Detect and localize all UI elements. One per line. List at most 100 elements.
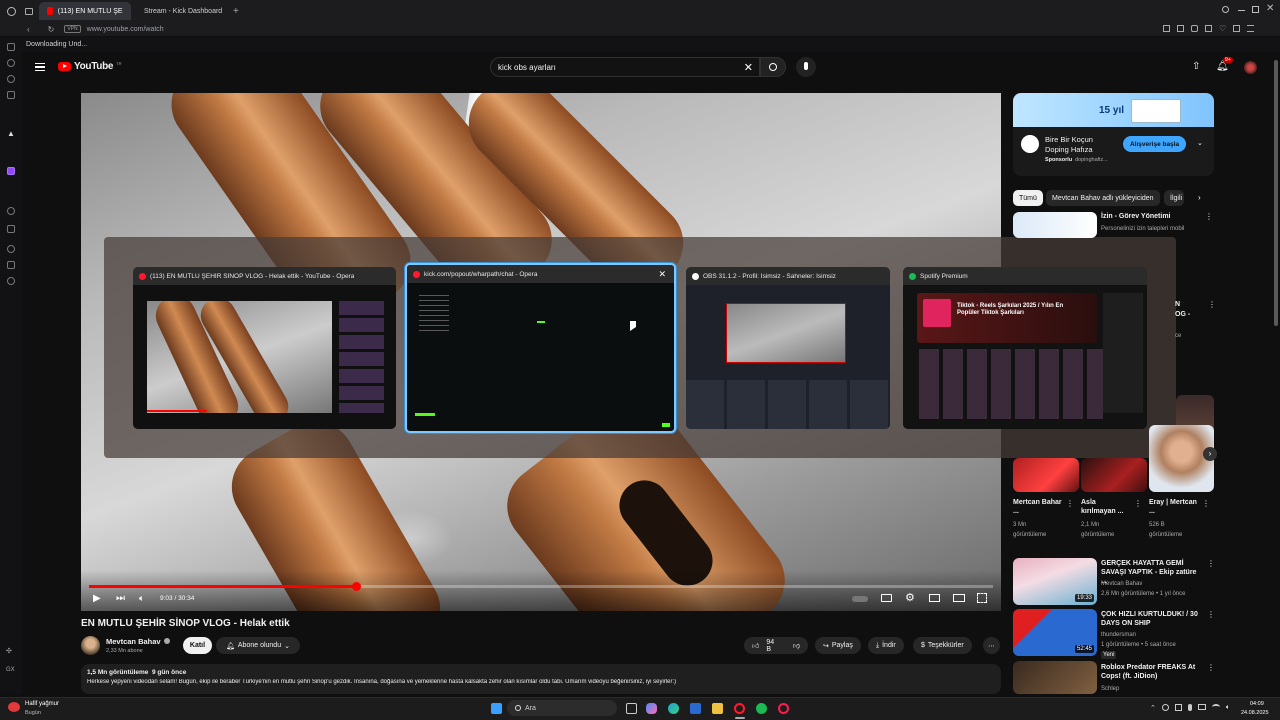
taskbar-search[interactable]: Ara — [507, 700, 617, 716]
menu-icon[interactable] — [1247, 25, 1255, 32]
ad-title[interactable]: Bire Bir Koçun Doping Hafıza — [1045, 135, 1115, 155]
twitch-icon[interactable] — [7, 167, 15, 175]
channel-avatar[interactable] — [81, 636, 100, 655]
theater-mode-icon[interactable] — [953, 594, 965, 602]
sidebar-video-thumbnail[interactable] — [1013, 661, 1097, 694]
search-button[interactable] — [760, 57, 786, 77]
whatsapp-icon[interactable] — [7, 75, 15, 83]
like-button[interactable]: 👍︎ 94 B 👎︎ — [744, 637, 808, 654]
shield-icon[interactable] — [1191, 25, 1198, 32]
sidebar-video-menu-icon[interactable]: ⋮ — [1207, 663, 1215, 672]
edge-icon[interactable] — [668, 703, 679, 714]
video-description[interactable]: 1,5 Mn görüntüleme 9 gün önce Herkese ye… — [81, 664, 1001, 694]
create-icon[interactable]: ⇧ — [1192, 61, 1200, 72]
messenger-icon[interactable] — [7, 59, 15, 67]
settings-icon[interactable] — [7, 277, 15, 285]
fullscreen-icon[interactable] — [977, 593, 987, 603]
ad-expand-icon[interactable]: ⌄ — [1197, 139, 1203, 147]
pinboard-icon[interactable] — [7, 43, 15, 51]
avatar[interactable] — [1244, 61, 1257, 74]
sidebar-video-title[interactable]: Roblox Predator FREAKS At Cops! (ft. JiD… — [1101, 663, 1205, 681]
file-explorer-icon[interactable] — [712, 703, 723, 714]
sponsored-ad[interactable]: 15 yıl Bire Bir Koçun Doping Hafıza Spon… — [1013, 93, 1214, 176]
chip-from-uploader[interactable]: Mevtcan Bahav adlı yükleyiciden — [1046, 190, 1160, 206]
telegram-icon[interactable] — [7, 91, 15, 99]
close-window-preview-icon[interactable]: ✕ — [658, 269, 666, 280]
spotify-taskbar-icon[interactable] — [756, 703, 767, 714]
weather-title[interactable]: Hafif yağmur — [25, 701, 59, 707]
volume-icon[interactable]: 🔈︎ — [139, 593, 144, 604]
opera-gx-taskbar-icon[interactable] — [778, 703, 789, 714]
tray-app-icon[interactable] — [1174, 704, 1182, 711]
subtitles-icon[interactable] — [881, 594, 892, 602]
sidebar-video-title[interactable]: İzin - Görev Yönetimi — [1101, 212, 1171, 221]
search-input[interactable]: kick obs ayarları ✕ — [490, 57, 760, 77]
search-tabs-icon[interactable] — [1222, 6, 1229, 13]
volume-tray-icon[interactable]: 🔈︎ — [1226, 704, 1230, 712]
url-field[interactable]: www.youtube.com/watch — [87, 26, 164, 33]
more-actions-button[interactable]: ⋯ — [983, 637, 1000, 654]
tray-keyboard-icon[interactable] — [1197, 704, 1206, 710]
task-view-icon[interactable] — [626, 703, 637, 714]
channel-name[interactable]: Mevtcan Bahav — [106, 637, 161, 646]
share-button[interactable]: ↪ Paylaş — [815, 637, 861, 654]
play-icon[interactable]: ▶ — [93, 593, 101, 604]
switcher-window-kick-chat[interactable]: kick.com/popout/wharpath/chat - Opera ✕ — [405, 263, 676, 433]
sidebar-video-thumbnail[interactable]: 19:33 — [1013, 558, 1097, 605]
download-button[interactable]: ⤓ İndir — [868, 637, 904, 654]
next-icon[interactable]: ⏭︎ — [116, 593, 125, 604]
page-scrollbar[interactable] — [1274, 60, 1278, 326]
vpn-badge[interactable]: VPN — [64, 25, 81, 33]
hamburger-menu-icon[interactable] — [35, 63, 45, 71]
sidebar-video-thumbnail[interactable]: 52:45 — [1013, 609, 1097, 656]
shorts-title[interactable]: Asla kırılmayan ... — [1081, 498, 1131, 516]
opera-menu-icon[interactable] — [7, 6, 16, 16]
progress-scrubber[interactable] — [352, 582, 362, 591]
back-icon[interactable]: ‹ — [27, 25, 30, 34]
chip-related[interactable]: İlgili — [1164, 190, 1184, 206]
thanks-button[interactable]: $ Teşekkürler — [913, 637, 972, 654]
autoplay-toggle[interactable] — [852, 596, 868, 602]
switcher-window-spotify[interactable]: Spotify Premium Tiktok - Reels Şarkıları… — [903, 267, 1147, 429]
minimize-icon[interactable] — [1238, 10, 1245, 11]
speed-dial-icon[interactable] — [7, 225, 15, 233]
shorts-next-icon[interactable]: › — [1203, 447, 1217, 461]
extensions-icon[interactable] — [1233, 25, 1241, 32]
subscribed-button[interactable]: 🔔︎ Abone olundu ⌄ — [216, 637, 300, 654]
new-tab-icon[interactable]: + — [233, 6, 239, 17]
shorts-title[interactable]: Eray | Mertcan ... — [1149, 498, 1201, 516]
clock-date[interactable]: 24.08.2025 — [1241, 710, 1269, 716]
voice-search-button[interactable] — [796, 57, 816, 77]
youtube-logo[interactable]: YouTube TR — [58, 61, 122, 72]
history-icon[interactable] — [7, 207, 15, 215]
miniplayer-icon[interactable] — [929, 594, 940, 602]
clear-search-icon[interactable]: ✕ — [744, 61, 753, 74]
ad-cta-button[interactable]: Alışverişe başla — [1123, 136, 1187, 152]
shorts-menu-icon[interactable]: ⋮ — [1202, 499, 1210, 508]
switcher-window-youtube[interactable]: (113) EN MUTLU ŞEHİR SİNOP VLOG - Helak … — [133, 267, 396, 429]
windows-start-icon[interactable] — [491, 703, 502, 714]
sidebar-video-channel[interactable]: Mevtcan Bahav — [1101, 580, 1142, 588]
sidebar-video-title[interactable]: ÇOK HIZLI KURTULDUK! / 30 DAYS ON SHIP — [1101, 610, 1207, 628]
tray-mic-icon[interactable] — [1187, 704, 1192, 711]
shorts-menu-icon[interactable]: ⋮ — [1066, 499, 1074, 508]
progress-bar[interactable] — [89, 582, 993, 591]
sidebar-video-menu-icon[interactable]: ⋮ — [1207, 559, 1215, 568]
gx-icon[interactable]: ✣ — [6, 647, 12, 655]
clock-icon[interactable] — [7, 245, 15, 253]
chips-next-icon[interactable]: › — [1198, 193, 1201, 202]
sidebar-video-channel[interactable]: thundersman — [1101, 631, 1136, 639]
tray-chevron-icon[interactable]: ⌃ — [1150, 704, 1156, 712]
clock-time[interactable]: 04:09 — [1250, 701, 1264, 707]
copilot-icon[interactable] — [646, 703, 657, 714]
tab-youtube[interactable]: (113) EN MUTLU ŞEHİR S… — [39, 2, 131, 20]
wifi-icon[interactable] — [1211, 704, 1220, 710]
close-window-icon[interactable]: ✕ — [1266, 3, 1274, 14]
shorts-menu-icon[interactable]: ⋮ — [1134, 499, 1142, 508]
download-icon[interactable] — [1205, 25, 1212, 32]
thumbs-down-icon[interactable]: 👎︎ — [793, 641, 800, 650]
store-icon[interactable] — [690, 703, 701, 714]
workspaces-icon[interactable] — [25, 7, 33, 15]
snapshot-icon[interactable] — [1163, 25, 1170, 32]
shorts-thumbnail[interactable] — [1081, 458, 1147, 492]
